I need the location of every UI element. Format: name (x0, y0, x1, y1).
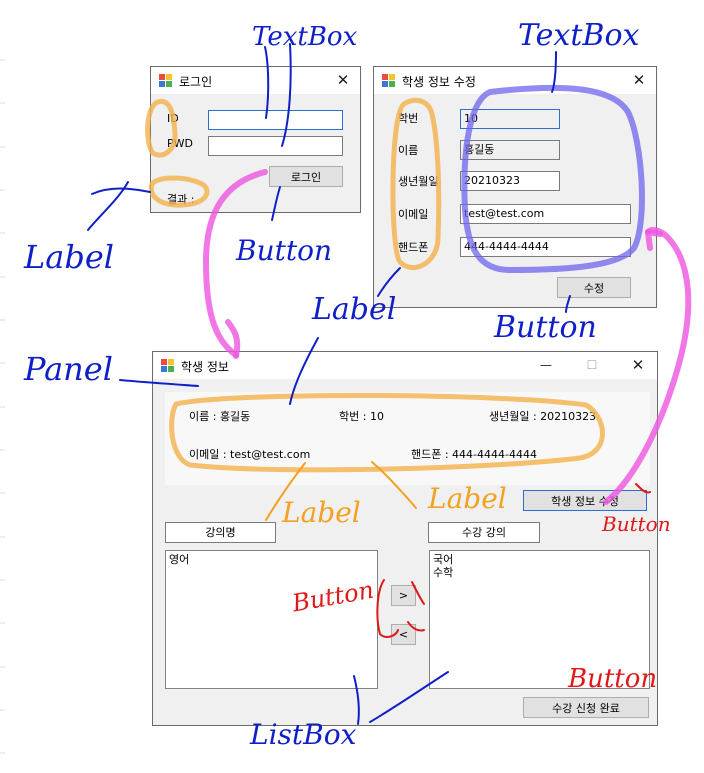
annotation-label-orange-2: Label (428, 482, 507, 515)
course-name-header: 강의명 (165, 522, 276, 543)
id-input[interactable] (208, 110, 343, 130)
pwd-input[interactable] (208, 136, 343, 156)
annotation-panel: Panel (24, 350, 113, 388)
main-titlebar: 학생 정보 — ☐ ✕ (153, 352, 657, 379)
annotation-button-red-right: Button (602, 512, 671, 536)
info-birth-label: 생년월일 : 20210323 (489, 410, 597, 423)
app-form-icon (161, 359, 174, 372)
id-label: ID (167, 112, 179, 125)
close-icon[interactable]: ✕ (625, 355, 651, 375)
enrolled-courses-header: 수강 강의 (428, 522, 540, 543)
info-student-id-label: 학번 : 10 (339, 410, 384, 423)
name-label: 이름 (398, 144, 419, 157)
student-id-field[interactable]: 10 (460, 109, 560, 129)
login-window-title: 로그인 (179, 75, 213, 89)
close-icon[interactable]: ✕ (626, 70, 652, 90)
info-email-label: 이메일 : test@test.com (189, 448, 311, 461)
annotation-button-login: Button (236, 234, 333, 267)
edit-window-title: 학생 정보 수정 (402, 75, 476, 89)
annotation-label-left: Label (24, 238, 114, 276)
phone-field[interactable]: 444-4444-4444 (460, 237, 631, 257)
name-field[interactable]: 홍길동 (460, 140, 560, 160)
move-right-button[interactable]: > (391, 585, 416, 606)
student-id-label: 학번 (398, 112, 419, 125)
pwd-label: PWD (167, 137, 193, 150)
list-item[interactable]: 수학 (433, 566, 646, 579)
login-window: 로그인 ✕ ID PWD 로그인 결과 : (150, 66, 361, 213)
email-label: 이메일 (398, 208, 429, 221)
submit-edit-button[interactable]: 수정 (557, 277, 631, 298)
annotation-textbox-top-left: TextBox (252, 22, 358, 52)
birth-label: 생년월일 (398, 175, 439, 188)
edit-student-window: 학생 정보 수정 ✕ 학번 10 이름 홍길동 생년월일 20210323 이메… (373, 66, 657, 308)
birth-field[interactable]: 20210323 (460, 171, 560, 191)
edit-titlebar: 학생 정보 수정 ✕ (374, 67, 656, 94)
annotation-button-red-bottom: Button (568, 664, 658, 694)
app-form-icon (159, 74, 172, 87)
list-item[interactable]: 영어 (169, 553, 374, 566)
main-window-title: 학생 정보 (181, 360, 229, 374)
margin-ticks (0, 59, 5, 754)
phone-label: 핸드폰 (398, 241, 429, 254)
email-field[interactable]: test@test.com (460, 204, 631, 224)
login-titlebar: 로그인 ✕ (151, 67, 360, 94)
login-button[interactable]: 로그인 (269, 166, 343, 187)
annotation-textbox-top-right: TextBox (518, 18, 640, 53)
info-name-label: 이름 : 홍길동 (189, 410, 251, 423)
minimize-icon[interactable]: — (533, 355, 559, 375)
close-icon[interactable]: ✕ (330, 70, 356, 90)
annotation-label-center: Label (312, 292, 397, 327)
list-item[interactable]: 국어 (433, 553, 646, 566)
available-courses-listbox[interactable]: 영어 (165, 550, 378, 689)
info-phone-label: 핸드폰 : 444-4444-4444 (411, 448, 537, 461)
annotation-label-orange-1: Label (282, 496, 361, 529)
maximize-icon[interactable]: ☐ (579, 355, 605, 375)
result-label: 결과 : (167, 193, 195, 206)
complete-registration-button[interactable]: 수강 신청 완료 (523, 697, 649, 718)
info-panel (165, 392, 650, 485)
edit-student-button[interactable]: 학생 정보 수정 (523, 490, 647, 511)
annotation-button-edit-form: Button (494, 310, 597, 345)
annotation-listbox: ListBox (250, 718, 357, 751)
app-form-icon (382, 74, 395, 87)
move-left-button[interactable]: < (391, 624, 416, 645)
